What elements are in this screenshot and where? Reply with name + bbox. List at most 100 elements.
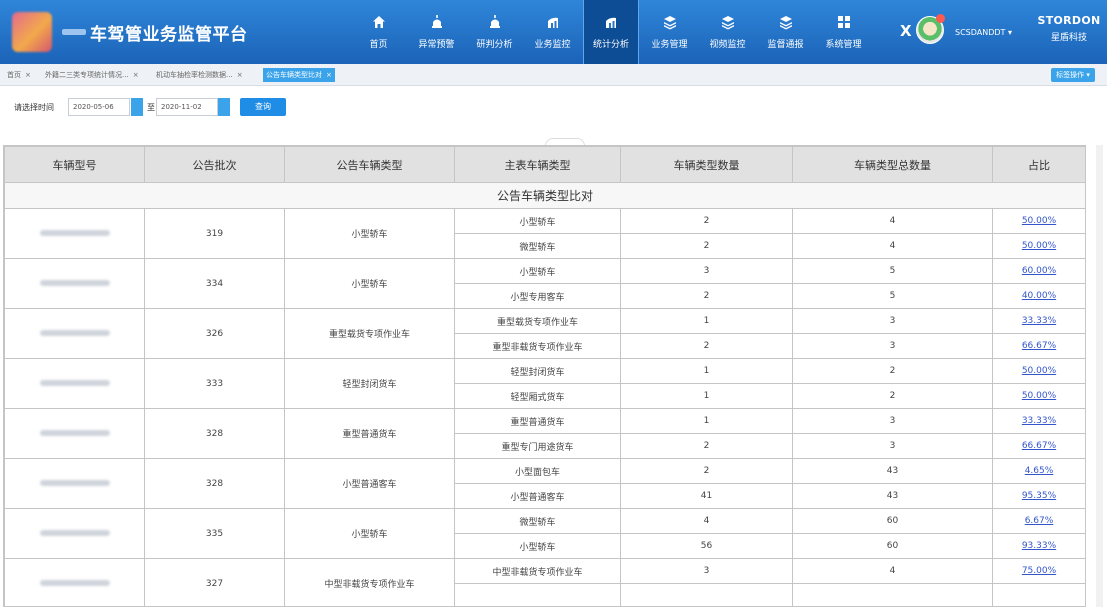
close-icon[interactable]: × — [326, 71, 332, 79]
redacted-model — [39, 430, 110, 436]
home-icon — [371, 14, 387, 30]
calendar-icon[interactable] — [131, 98, 143, 116]
main-type-cell: 中型非载货专项作业车 — [454, 558, 621, 584]
close-icon[interactable]: × — [133, 71, 139, 79]
tab-home[interactable]: 首页 × — [4, 68, 34, 82]
redacted-model — [39, 530, 110, 536]
vehicle-model-cell — [4, 558, 145, 606]
batch-cell: 327 — [144, 558, 285, 606]
close-icon[interactable]: X — [900, 22, 912, 40]
notification-dot — [936, 14, 945, 23]
ratio-link[interactable]: 40.00% — [1022, 291, 1056, 301]
vehicle-model-cell — [4, 258, 145, 309]
table-row: 333 轻型封闭货车 轻型封闭货车 1 2 50.00% — [4, 358, 1085, 409]
nav-item[interactable]: 监督通报 — [763, 0, 808, 64]
ratio-link[interactable]: 66.67% — [1022, 441, 1056, 451]
type-count-cell: 2 — [620, 333, 793, 359]
ratio-link[interactable]: 6.67% — [1025, 516, 1054, 526]
ratio-cell: 95.35% — [992, 483, 1085, 509]
ratio-link[interactable]: 50.00% — [1022, 366, 1056, 376]
ratio-link[interactable]: 66.67% — [1022, 341, 1056, 351]
column-header: 公告批次 — [144, 146, 285, 183]
alarm-icon — [487, 14, 503, 30]
ratio-link[interactable]: 95.35% — [1022, 491, 1056, 501]
brand-logo: STORDON 星盾科技 — [1036, 14, 1102, 43]
end-date-input[interactable]: 2020-11-02 — [156, 98, 218, 116]
nav-item-label: 首页 — [369, 40, 388, 50]
tab-foreign-stats[interactable]: 外籍二三类专项统计情况... × — [42, 68, 142, 82]
brand-name-cn: 星盾科技 — [1050, 33, 1087, 43]
user-menu[interactable]: SCSDANDDT ▾ — [955, 28, 1012, 37]
ratio-link[interactable]: 60.00% — [1022, 266, 1056, 276]
column-header: 车辆类型总数量 — [792, 146, 993, 183]
brand-name-en: STORDON — [1037, 14, 1101, 27]
tab-ops-button[interactable]: 标签操作 ▾ — [1051, 68, 1095, 82]
vehicle-model-cell — [4, 458, 145, 509]
main-nav: 首页 异常预警 研判分析 业务监控 统计分析 业务管理 视频监控 监督通报 系统管理 — [356, 0, 879, 64]
ratio-cell: 50.00% — [992, 208, 1085, 234]
nav-item[interactable]: 统计分析 — [583, 0, 639, 64]
nav-item[interactable]: 视频监控 — [705, 0, 750, 64]
nav-item-label: 统计分析 — [592, 40, 629, 50]
query-button[interactable]: 查询 — [240, 98, 286, 116]
column-header: 车辆类型数量 — [620, 146, 793, 183]
alarm-icon — [429, 14, 445, 30]
main-type-cell: 轻型封闭货车 — [454, 358, 621, 384]
table-row: 335 小型轿车 微型轿车 4 60 6.67% — [4, 508, 1085, 559]
ratio-link[interactable]: 50.00% — [1022, 391, 1056, 401]
nav-item-label: 研判分析 — [476, 40, 513, 50]
table-row: 328 重型普通货车 重型普通货车 1 3 33.33% — [4, 408, 1085, 459]
ratio-link[interactable]: 4.65% — [1025, 466, 1054, 476]
close-icon[interactable]: × — [237, 71, 243, 79]
type-count-cell: 2 — [620, 208, 793, 234]
compare-table: 公告车辆类型比对 车辆型号 公告批次 公告车辆类型 主表车辆类型 车辆类型数量 … — [4, 146, 1085, 606]
announce-type-cell: 小型轿车 — [284, 258, 455, 309]
main-type-cell: 小型面包车 — [454, 458, 621, 484]
vertical-scrollbar[interactable] — [1096, 145, 1103, 607]
nav-item[interactable]: 系统管理 — [821, 0, 866, 64]
nav-item[interactable]: 业务管理 — [647, 0, 692, 64]
type-total-cell: 3 — [792, 433, 993, 459]
type-total-cell: 3 — [792, 333, 993, 359]
column-header: 车辆型号 — [4, 146, 145, 183]
nav-item[interactable]: 业务监控 — [530, 0, 575, 64]
type-total-cell: 4 — [792, 208, 993, 234]
layers-icon — [778, 14, 794, 30]
batch-cell: 334 — [144, 258, 285, 309]
tab-label: 外籍二三类专项统计情况... — [45, 71, 129, 79]
close-icon[interactable]: × — [25, 71, 31, 79]
ratio-link[interactable]: 33.33% — [1022, 316, 1056, 326]
tab-vehicle-type-compare[interactable]: 公告车辆类型比对 × — [263, 68, 335, 82]
announce-type-cell: 重型载货专项作业车 — [284, 308, 455, 359]
ratio-link[interactable]: 75.00% — [1022, 566, 1056, 576]
ratio-cell: 60.00% — [992, 258, 1085, 284]
ratio-link[interactable]: 50.00% — [1022, 216, 1056, 226]
logo-redaction — [62, 29, 86, 35]
type-count-cell: 1 — [620, 308, 793, 334]
nav-item[interactable]: 研判分析 — [472, 0, 517, 64]
table-row: 319 小型轿车 小型轿车 2 4 50.00% — [4, 208, 1085, 259]
nav-item[interactable]: 首页 — [356, 0, 401, 64]
calendar-icon[interactable] — [218, 98, 230, 116]
type-total-cell: 43 — [792, 483, 993, 509]
ratio-link[interactable]: 33.33% — [1022, 416, 1056, 426]
redacted-model — [39, 380, 110, 386]
type-count-cell: 2 — [620, 458, 793, 484]
ratio-link[interactable]: 93.33% — [1022, 541, 1056, 551]
ratio-link[interactable]: 50.00% — [1022, 241, 1056, 251]
redacted-model — [39, 230, 110, 236]
redacted-model — [39, 280, 110, 286]
nav-item[interactable]: 异常预警 — [414, 0, 459, 64]
batch-cell: 333 — [144, 358, 285, 409]
start-date-input[interactable]: 2020-05-06 — [68, 98, 130, 116]
ratio-cell: 33.33% — [992, 308, 1085, 334]
main-type-cell: 重型专门用途货车 — [454, 433, 621, 459]
type-count-cell: 1 — [620, 408, 793, 434]
tab-inspection-data[interactable]: 机动车抽检率检测数据... × — [153, 68, 246, 82]
batch-cell: 328 — [144, 408, 285, 459]
type-total-cell: 5 — [792, 258, 993, 284]
ratio-cell: 66.67% — [992, 333, 1085, 359]
batch-cell: 328 — [144, 458, 285, 509]
type-total-cell: 4 — [792, 233, 993, 259]
type-count-cell: 2 — [620, 233, 793, 259]
